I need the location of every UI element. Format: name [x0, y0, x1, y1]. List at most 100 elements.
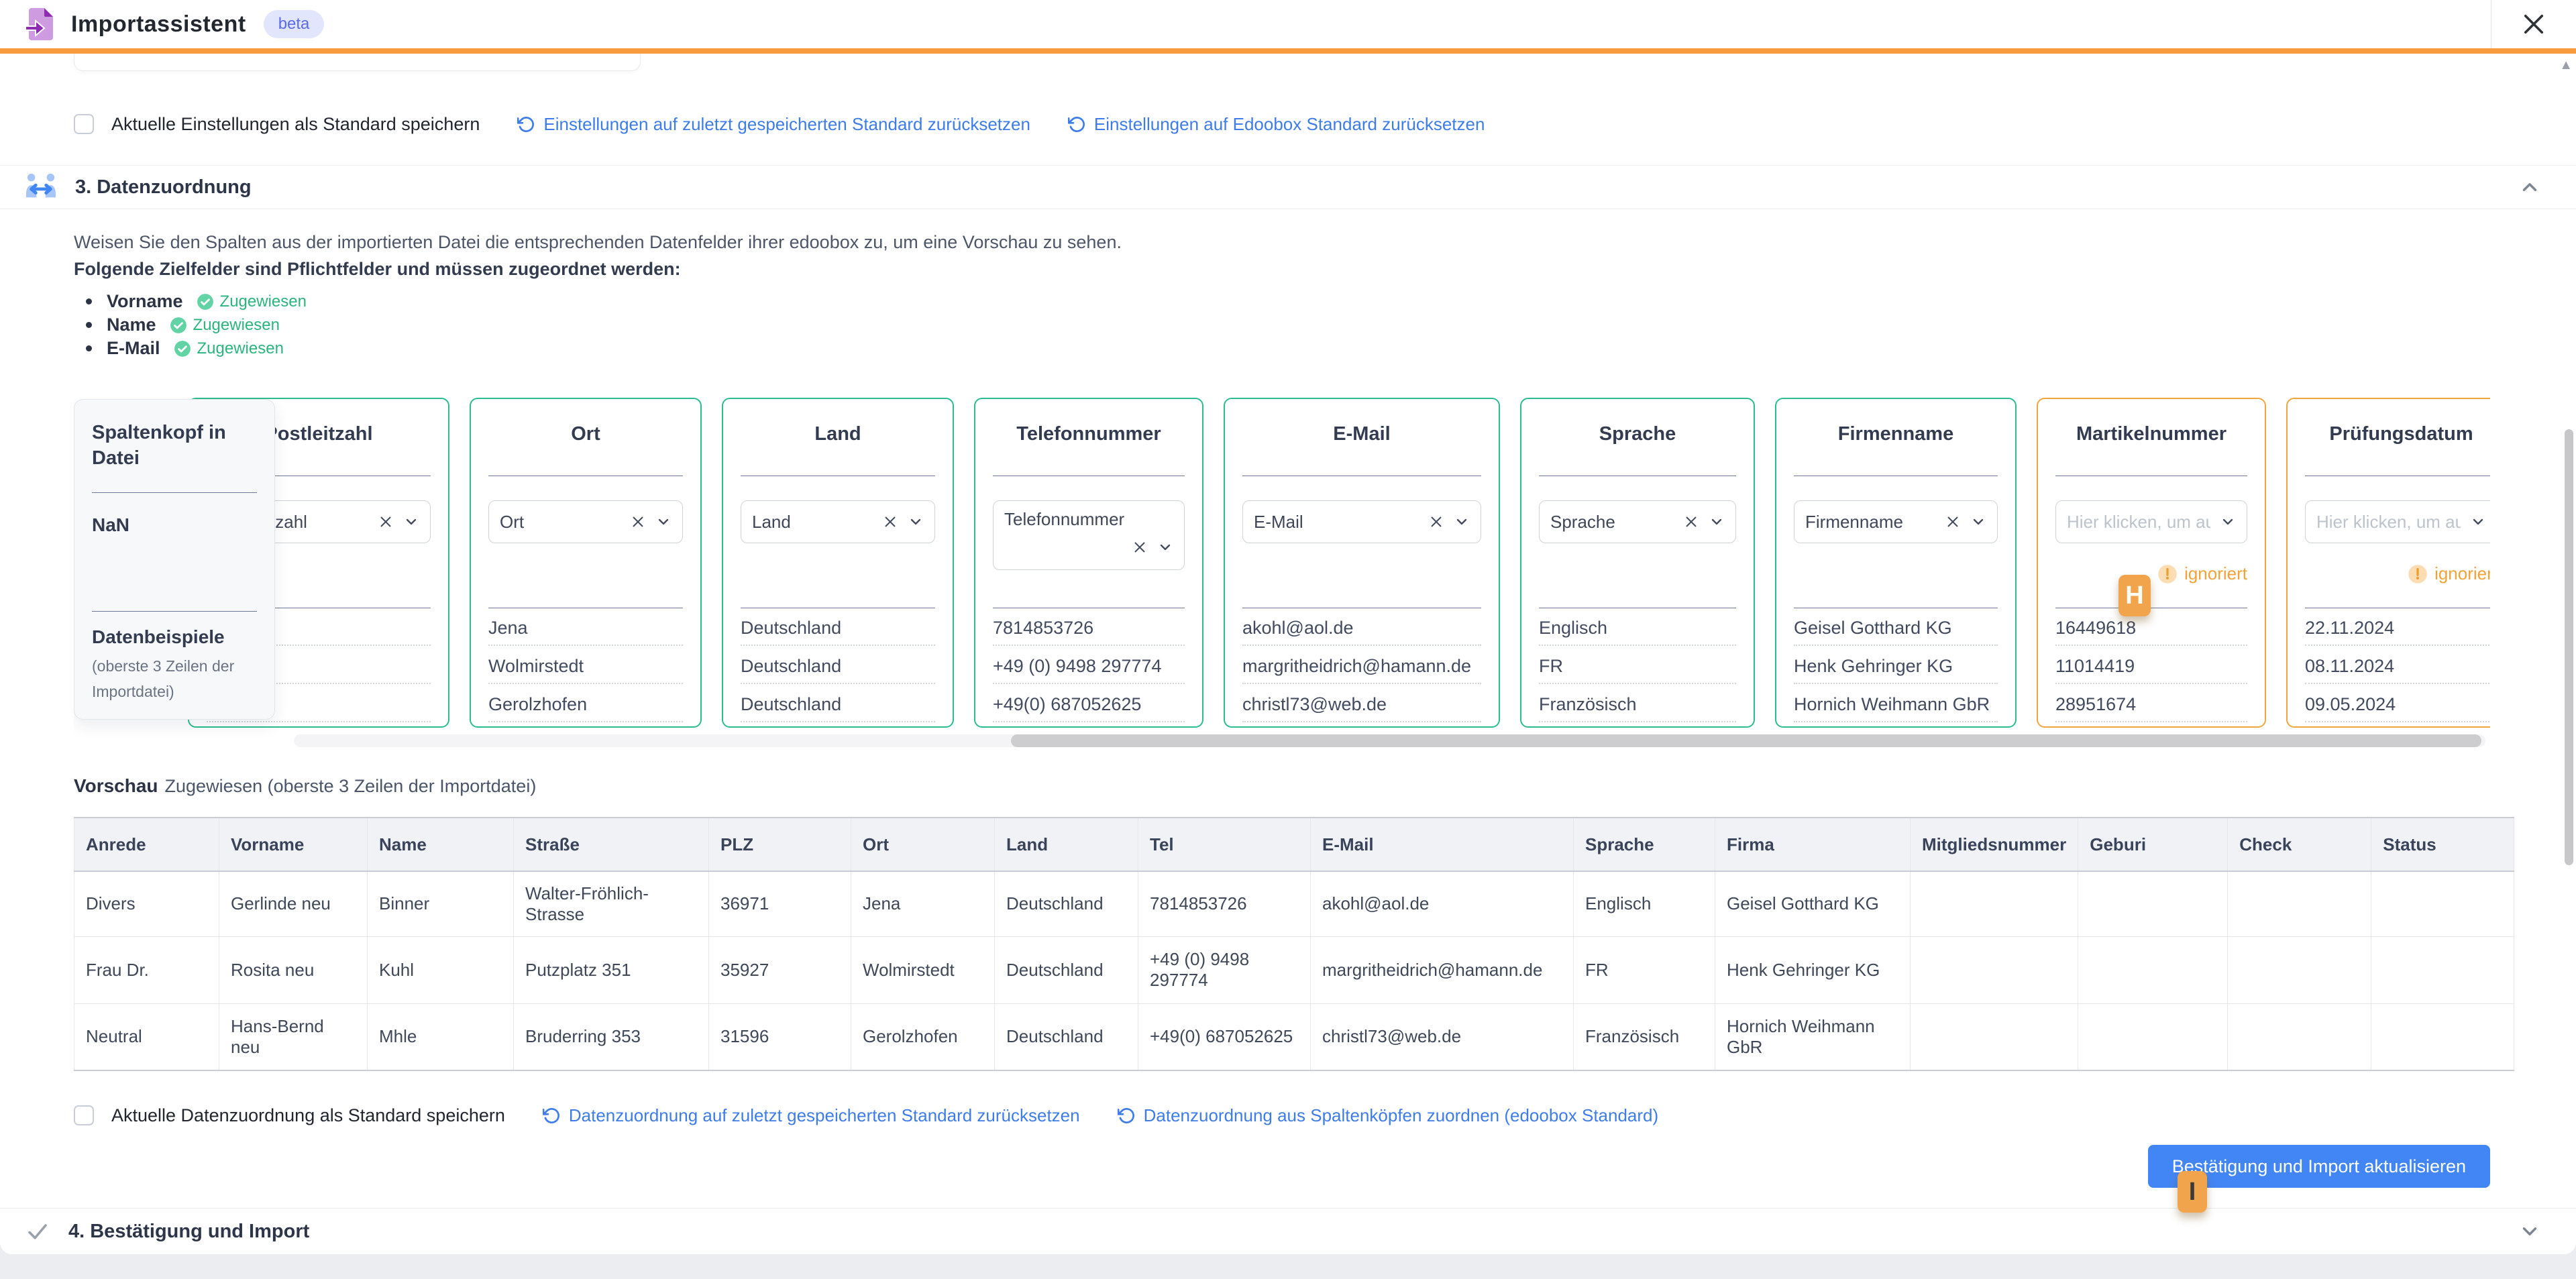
- check-circle-icon: [174, 340, 191, 357]
- section-4-header[interactable]: 4. Bestätigung und Import: [0, 1208, 2576, 1254]
- data-mapping-icon: [25, 172, 56, 203]
- horizontal-scrollbar-thumb[interactable]: [1011, 734, 2481, 747]
- settings-options-row: Aktuelle Einstellungen als Standard spei…: [74, 102, 2490, 146]
- bullet: [86, 322, 92, 328]
- preview-cell: Englisch: [1574, 871, 1715, 936]
- preview-row: Divers Gerlinde neu Binner Walter-Fröhli…: [74, 871, 2514, 936]
- bullet: [86, 345, 92, 351]
- preview-cell: christl73@web.de: [1311, 1003, 1574, 1070]
- previous-section-card-edge: [74, 54, 641, 71]
- section-3-title: 3. Datenzuordnung: [75, 176, 252, 199]
- clear-selection-icon[interactable]: [1428, 514, 1444, 530]
- preview-cell: FR: [1574, 936, 1715, 1003]
- close-icon: [2520, 10, 2548, 38]
- clear-selection-icon[interactable]: [1945, 514, 1961, 530]
- chevron-up-icon[interactable]: [2518, 176, 2541, 199]
- preview-cell: Deutschland: [995, 871, 1138, 936]
- preview-cell: 35927: [709, 936, 851, 1003]
- sample-values: Geisel Gotthard KG Henk Gehringer KG Hor…: [1794, 608, 1998, 726]
- preview-header-cell: Mitgliedsnummer: [1911, 818, 2078, 871]
- clear-selection-icon[interactable]: [1132, 539, 1148, 555]
- section-3-intro: Weisen Sie den Spalten aus der importier…: [74, 229, 1122, 282]
- preview-cell: [2371, 1003, 2514, 1070]
- preview-cell: Neutral: [74, 1003, 219, 1070]
- preview-cell: +49 (0) 9498 297774: [1138, 936, 1311, 1003]
- preview-cell: Gerolzhofen: [851, 1003, 995, 1070]
- vertical-scrollbar-thumb[interactable]: [2565, 429, 2573, 865]
- preview-cell: [2371, 871, 2514, 936]
- chevron-down-icon[interactable]: [2518, 1220, 2541, 1243]
- field-select[interactable]: Sprache: [1539, 500, 1736, 543]
- preview-header-cell: Straße: [514, 818, 709, 871]
- assigned-badge: Zugewiesen: [174, 339, 284, 358]
- preview-cell: Walter-Fröhlich-Strasse: [514, 871, 709, 936]
- chevron-down-icon[interactable]: [1454, 514, 1470, 530]
- preview-cell: Mhle: [368, 1003, 514, 1070]
- chevron-down-icon[interactable]: [2220, 514, 2236, 530]
- field-select[interactable]: Hier klicken, um auszuwählen: [2305, 500, 2490, 543]
- preview-cell: [2228, 871, 2371, 936]
- field-select[interactable]: Land: [741, 500, 935, 543]
- chevron-down-icon[interactable]: [1709, 514, 1725, 530]
- preview-cell: [1911, 936, 2078, 1003]
- field-select[interactable]: Ort: [488, 500, 683, 543]
- chevron-down-icon[interactable]: [1970, 514, 1986, 530]
- mapping-cards-strip: Postleitzahl Postleitzahl 36971 35927 31…: [188, 398, 2490, 728]
- preview-cell: Jena: [851, 871, 995, 936]
- preview-header-cell: Tel: [1138, 818, 1311, 871]
- close-button[interactable]: [2491, 0, 2576, 48]
- preview-header-cell: Geburi: [2078, 818, 2228, 871]
- preview-cell: Hornich Weihmann GbR: [1715, 1003, 1911, 1070]
- required-note: Folgende Zielfelder sind Pflichtfelder u…: [74, 256, 1122, 282]
- mapping-card-email: E-Mail E-Mail akohl@aol.de margritheidri…: [1224, 398, 1500, 728]
- preview-row: Frau Dr. Rosita neu Kuhl Putzplatz 351 3…: [74, 936, 2514, 1003]
- preview-cell: Frau Dr.: [74, 936, 219, 1003]
- field-select[interactable]: Telefonnummer: [993, 500, 1185, 570]
- preview-header-cell: Vorname: [219, 818, 368, 871]
- sample-values: Deutschland Deutschland Deutschland: [741, 608, 935, 726]
- preview-header-cell: Name: [368, 818, 514, 871]
- chevron-down-icon[interactable]: [403, 514, 419, 530]
- clear-selection-icon[interactable]: [378, 514, 394, 530]
- chevron-down-icon[interactable]: [655, 514, 672, 530]
- reset-mapping-last-link[interactable]: Datenzuordnung auf zuletzt gespeicherten…: [543, 1105, 1080, 1126]
- clear-selection-icon[interactable]: [630, 514, 646, 530]
- preview-cell: [2371, 936, 2514, 1003]
- reset-settings-edoobox-link[interactable]: Einstellungen auf Edoobox Standard zurüc…: [1068, 114, 1485, 135]
- preview-cell: 36971: [709, 871, 851, 936]
- reset-icon: [543, 1107, 561, 1125]
- divider: [92, 611, 257, 612]
- chevron-down-icon[interactable]: [908, 514, 924, 530]
- save-settings-checkbox[interactable]: [74, 114, 94, 134]
- warning-icon: [2408, 564, 2428, 584]
- preview-header-cell: E-Mail: [1311, 818, 1574, 871]
- horizontal-scrollbar[interactable]: [294, 734, 2485, 747]
- mapping-options-row: Aktuelle Datenzuordnung als Standard spe…: [74, 1095, 2490, 1136]
- field-select[interactable]: Hier klicken, um auszuwählen: [2055, 500, 2247, 543]
- preview-cell: Divers: [74, 871, 219, 936]
- section-3-header[interactable]: 3. Datenzuordnung: [0, 166, 2576, 209]
- accent-bar: [0, 48, 2576, 54]
- save-mapping-checkbox[interactable]: [74, 1105, 94, 1125]
- save-mapping-label: Aktuelle Datenzuordnung als Standard spe…: [111, 1105, 505, 1126]
- chevron-down-icon[interactable]: [2470, 514, 2486, 530]
- preview-table: Anrede Vorname Name Straße PLZ Ort Land …: [74, 817, 2514, 1071]
- required-field-item: E-Mail Zugewiesen: [86, 337, 307, 360]
- mapping-card-martikelnummer: Martikelnummer Hier klicken, um auszuwäh…: [2037, 398, 2266, 728]
- mapping-card-land: Land Land Deutschland Deutschland Deutsc…: [722, 398, 954, 728]
- assigned-badge: Zugewiesen: [170, 316, 280, 335]
- scroll-up-arrow-icon[interactable]: ▲: [2559, 58, 2573, 73]
- preview-header-cell: Anrede: [74, 818, 219, 871]
- preview-cell: +49(0) 687052625: [1138, 1003, 1311, 1070]
- reset-icon: [517, 115, 535, 133]
- map-from-headers-link[interactable]: Datenzuordnung aus Spaltenköpfen zuordne…: [1118, 1105, 1659, 1126]
- field-select[interactable]: E-Mail: [1242, 500, 1481, 543]
- clear-selection-icon[interactable]: [882, 514, 898, 530]
- ignored-badge: ignoriert: [2408, 563, 2490, 584]
- field-select[interactable]: Firmenname: [1794, 500, 1998, 543]
- chevron-down-icon[interactable]: [1157, 539, 1173, 555]
- clear-selection-icon[interactable]: [1683, 514, 1699, 530]
- reset-settings-last-link[interactable]: Einstellungen auf zuletzt gespeicherten …: [517, 114, 1030, 135]
- preview-cell: 7814853726: [1138, 871, 1311, 936]
- sample-values: 16449618 11014419 28951674: [2055, 608, 2247, 726]
